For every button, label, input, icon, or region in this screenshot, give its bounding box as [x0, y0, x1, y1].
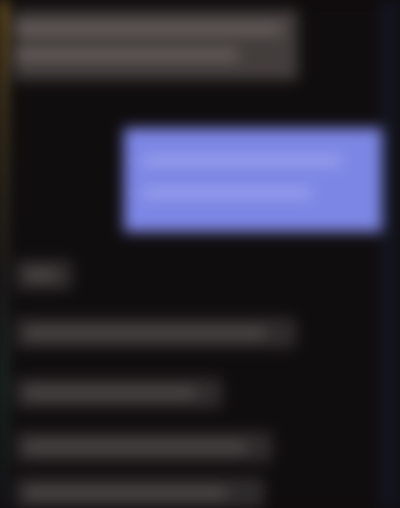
- selected-item-label: [142, 156, 342, 166]
- list-item-label: [26, 442, 246, 452]
- header-text-line: [14, 24, 282, 34]
- app-window: [0, 0, 400, 508]
- list-item-label: [26, 328, 266, 338]
- right-scroll-rail[interactable]: [380, 0, 400, 508]
- list-item-label: [26, 388, 196, 398]
- list-item[interactable]: [16, 378, 222, 408]
- list-item[interactable]: [16, 478, 264, 508]
- selected-item[interactable]: [124, 128, 382, 232]
- section-label: [16, 260, 72, 290]
- selected-item-sublabel: [142, 188, 312, 198]
- header-block: [14, 10, 298, 80]
- list-item[interactable]: [16, 318, 296, 348]
- header-text-line-2: [14, 50, 238, 60]
- list-item[interactable]: [16, 432, 272, 462]
- left-accent-strip: [0, 0, 6, 508]
- list-item-label: [26, 488, 226, 498]
